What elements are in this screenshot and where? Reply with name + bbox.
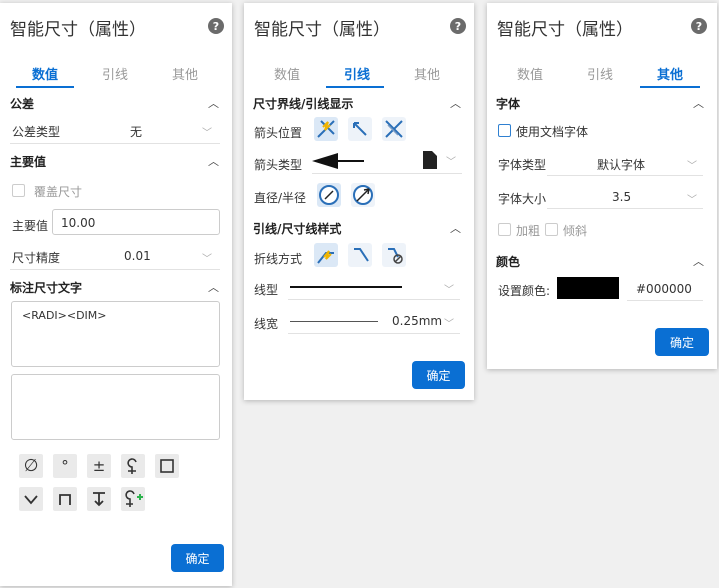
collapse-caret-icon[interactable]: ︿ [450,220,461,236]
square-symbol-icon[interactable] [155,454,179,478]
fold-auto-icon[interactable] [314,243,338,267]
degree-symbol-icon[interactable]: ° [53,454,77,478]
panel-title: 智能尺寸（属性） [10,20,146,40]
linewidth-label: 线宽 [254,317,279,331]
tab-other[interactable]: 其他 [643,64,697,83]
use-document-font-label: 使用文档字体 [516,125,589,139]
color-hex-input[interactable]: #000000 [636,282,692,296]
diameter-display-icon[interactable] [317,183,341,207]
chevron-down-icon[interactable]: ﹀ [444,281,454,296]
linewidth-value: 0.25mm [392,314,443,328]
collapse-caret-icon[interactable]: ︿ [450,95,461,111]
bold-checkbox[interactable] [498,223,511,236]
tab-values[interactable]: 数值 [503,64,557,83]
tab-other[interactable]: 其他 [158,64,212,83]
tab-other[interactable]: 其他 [400,64,454,83]
arrow-position-label: 箭头位置 [254,126,303,140]
override-dimension-label: 覆盖尺寸 [34,185,83,199]
plus-minus-symbol-icon[interactable]: ± [87,454,111,478]
file-icon [423,151,437,169]
dimension-text-area[interactable]: <RADI><DIM> [11,301,220,367]
bold-label: 加粗 [516,224,541,238]
radius-display-icon[interactable] [351,183,375,207]
help-icon[interactable]: ? [208,18,224,34]
tab-leader[interactable]: 引线 [573,64,627,83]
diameter-radius-label: 直径/半径 [254,191,307,205]
linetype-select[interactable]: ﹀ [288,278,460,298]
help-icon[interactable]: ? [450,18,466,34]
linewidth-select[interactable]: 0.25mm ﹀ [288,312,460,332]
chevron-down-icon[interactable]: ﹀ [202,124,212,139]
arrow-type-select[interactable]: ﹀ [312,149,462,173]
section-dimension-text[interactable]: 标注尺寸文字 [10,279,82,296]
chevron-down-icon[interactable]: ﹀ [687,191,697,206]
fold-straight-icon[interactable] [348,243,372,267]
section-font[interactable]: 字体 [496,95,520,112]
font-type-label: 字体类型 [498,158,547,172]
confirm-button[interactable]: 确定 [412,361,465,389]
panel-title: 智能尺寸（属性） [254,20,390,40]
italic-checkbox[interactable] [545,223,558,236]
arrow-inside-icon[interactable] [314,117,338,141]
font-type-select[interactable]: 默认字体 [597,156,645,173]
properties-panel-other: 智能尺寸（属性） ? 数值 引线 其他 字体 ︿ 使用文档字体 字体类型 默认字… [487,3,717,369]
active-tab-indicator [16,86,74,88]
section-main-value[interactable]: 主要值 [10,153,46,170]
font-size-select[interactable]: 3.5 [612,190,631,204]
centerline-symbol-icon[interactable] [121,454,145,478]
use-document-font-checkbox[interactable] [498,124,511,137]
arrow-type-label: 箭头类型 [254,158,303,172]
help-icon[interactable]: ? [691,18,707,34]
add-symbol-icon[interactable] [121,487,145,511]
tab-leader[interactable]: 引线 [330,64,384,83]
section-leader-style[interactable]: 引线/尺寸线样式 [253,220,341,237]
panel-title: 智能尺寸（属性） [497,20,633,40]
section-color[interactable]: 颜色 [496,253,520,270]
tab-values[interactable]: 数值 [18,64,72,83]
dimension-text-value: <RADI><DIM> [22,309,107,322]
countersink-symbol-icon[interactable] [19,487,43,511]
italic-label: 倾斜 [563,224,588,238]
chevron-down-icon[interactable]: ﹀ [687,157,697,172]
collapse-caret-icon[interactable]: ︿ [693,253,704,269]
collapse-caret-icon[interactable]: ︿ [208,279,219,295]
fold-mode-label: 折线方式 [254,252,303,266]
properties-panel-leader: 智能尺寸（属性） ? 数值 引线 其他 尺寸界线/引线显示 ︿ 箭头位置 箭头类… [244,3,474,400]
chevron-down-icon[interactable]: ﹀ [202,250,212,265]
tab-values[interactable]: 数值 [260,64,314,83]
arrow-both-icon[interactable] [382,117,406,141]
precision-select[interactable]: 0.01 [124,249,151,263]
active-tab-indicator [326,86,384,88]
tab-leader[interactable]: 引线 [88,64,142,83]
collapse-caret-icon[interactable]: ︿ [208,95,219,111]
chevron-down-icon[interactable]: ﹀ [444,315,454,330]
color-swatch[interactable] [557,277,619,299]
main-value-label: 主要值 [12,219,49,233]
diameter-symbol-icon[interactable]: ∅ [19,454,43,478]
counterbore-symbol-icon[interactable] [53,487,77,511]
precision-label: 尺寸精度 [12,251,61,265]
collapse-caret-icon[interactable]: ︿ [693,95,704,111]
main-value-input[interactable]: 10.00 [52,209,220,235]
override-dimension-checkbox[interactable] [12,184,25,197]
active-tab-indicator [640,86,700,88]
set-color-label: 设置颜色: [498,284,551,298]
section-tolerance[interactable]: 公差 [10,95,34,112]
confirm-button[interactable]: 确定 [171,544,224,572]
main-value-text: 10.00 [61,216,96,230]
arrow-outside-icon[interactable] [348,117,372,141]
tolerance-type-label: 公差类型 [12,125,61,139]
font-size-label: 字体大小 [498,192,547,206]
linetype-label: 线型 [254,283,279,297]
dimension-text-area-2[interactable] [11,374,220,440]
properties-panel-values: 智能尺寸（属性） ? 数值 引线 其他 公差 ︿ 公差类型 无 ﹀ 主要值 ︿ … [0,3,232,586]
depth-symbol-icon[interactable] [87,487,111,511]
collapse-caret-icon[interactable]: ︿ [208,153,219,169]
chevron-down-icon[interactable]: ﹀ [446,153,456,168]
section-leader-display[interactable]: 尺寸界线/引线显示 [253,95,353,112]
tolerance-type-select[interactable]: 无 [130,123,142,140]
fold-none-icon[interactable] [382,243,406,267]
confirm-button[interactable]: 确定 [655,328,709,356]
